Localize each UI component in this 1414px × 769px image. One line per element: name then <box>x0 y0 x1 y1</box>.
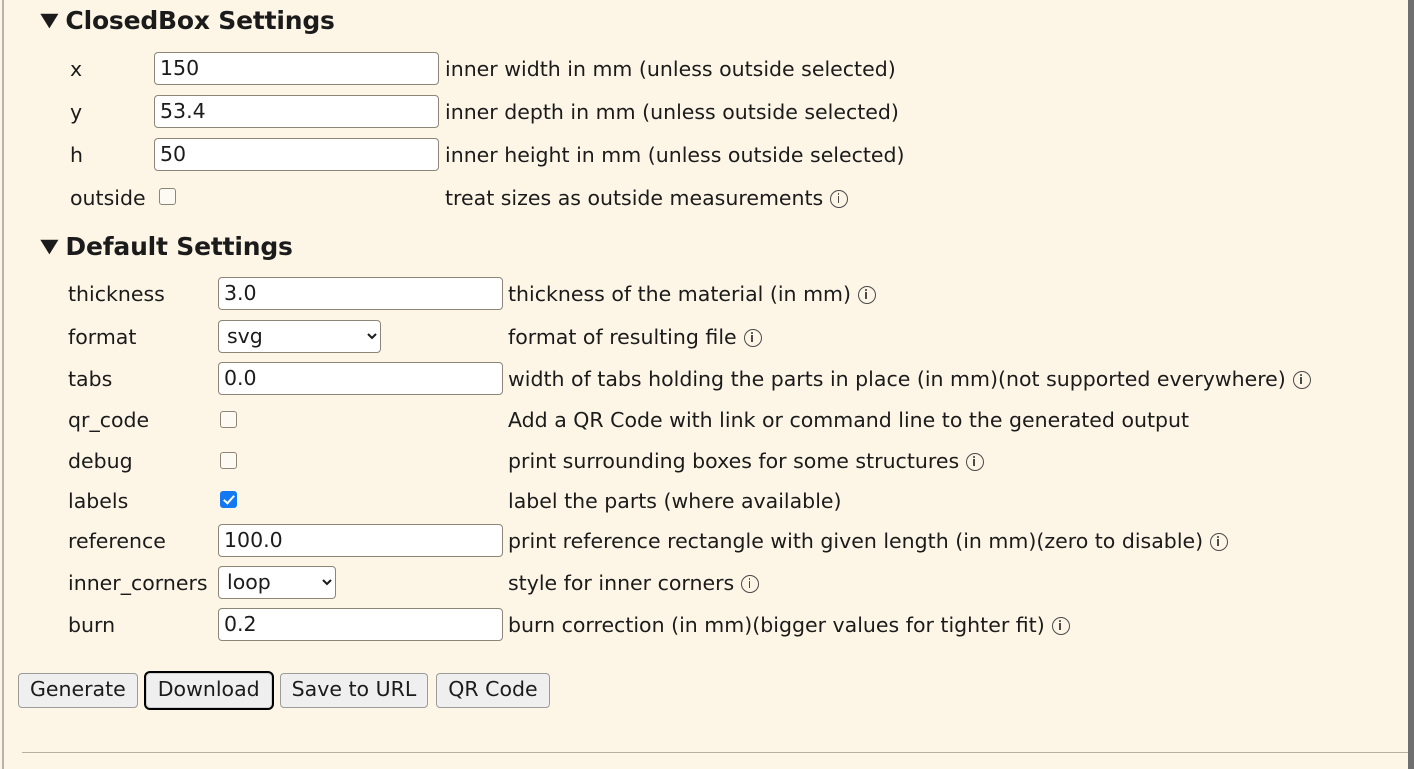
checkbox-debug[interactable] <box>220 452 237 469</box>
description-text: thickness of the material (in mm) <box>508 282 852 306</box>
description-text: inner width in mm (unless outside select… <box>445 57 896 81</box>
label-format: format <box>68 325 137 349</box>
description-burn: burn correction (in mm)(bigger values fo… <box>508 613 1070 637</box>
action-button-row: Generate Download Save to URL QR Code <box>18 671 550 710</box>
description-text: format of resulting file <box>508 325 737 349</box>
page-right-scrollbar[interactable] <box>1408 0 1414 769</box>
label-inner-corners: inner_corners <box>68 571 208 595</box>
description-x: inner width in mm (unless outside select… <box>445 57 896 81</box>
label-tabs: tabs <box>68 367 113 391</box>
description-text: print reference rectangle with given len… <box>508 529 1204 553</box>
triangle-down-icon: ▼ <box>40 9 59 31</box>
download-button[interactable]: Download <box>143 671 274 710</box>
label-reference: reference <box>68 529 166 553</box>
settings-content: ▼ ClosedBox Settings x inner width in mm… <box>4 0 1408 769</box>
info-icon[interactable] <box>1210 533 1229 551</box>
description-text: Add a QR Code with link or command line … <box>508 408 1190 432</box>
checkbox-outside[interactable] <box>159 188 176 205</box>
description-text: width of tabs holding the parts in place… <box>508 367 1286 391</box>
input-tabs[interactable] <box>218 362 503 395</box>
description-text: burn correction (in mm)(bigger values fo… <box>508 613 1045 637</box>
description-h: inner height in mm (unless outside selec… <box>445 143 905 167</box>
label-debug: debug <box>68 449 133 473</box>
footer-divider <box>22 752 1408 753</box>
description-tabs: width of tabs holding the parts in place… <box>508 367 1311 391</box>
checkbox-qr-code[interactable] <box>220 411 237 428</box>
description-outside: treat sizes as outside measurements <box>445 186 849 210</box>
description-thickness: thickness of the material (in mm) <box>508 282 877 306</box>
label-x: x <box>70 57 83 81</box>
section-title-closedbox: ClosedBox Settings <box>65 6 335 35</box>
description-debug: print surrounding boxes for some structu… <box>508 449 985 473</box>
label-burn: burn <box>68 613 116 637</box>
description-text: print surrounding boxes for some structu… <box>508 449 960 473</box>
input-burn[interactable] <box>218 608 503 641</box>
select-format[interactable]: svg <box>218 320 381 353</box>
description-reference: print reference rectangle with given len… <box>508 529 1229 553</box>
description-text: label the parts (where available) <box>508 489 842 513</box>
info-icon[interactable] <box>741 575 760 593</box>
section-header-closedbox[interactable]: ▼ ClosedBox Settings <box>40 6 335 35</box>
input-y[interactable] <box>154 95 439 128</box>
info-icon[interactable] <box>858 286 877 304</box>
section-title-defaults: Default Settings <box>65 232 293 261</box>
input-x[interactable] <box>154 52 439 85</box>
label-y: y <box>70 100 83 124</box>
input-thickness[interactable] <box>218 277 503 310</box>
triangle-down-icon: ▼ <box>40 235 59 257</box>
info-icon[interactable] <box>743 329 762 347</box>
select-inner-corners[interactable]: loop <box>218 566 336 599</box>
info-icon[interactable] <box>966 453 985 471</box>
info-icon[interactable] <box>1292 371 1311 389</box>
description-y: inner depth in mm (unless outside select… <box>445 100 899 124</box>
description-text: inner height in mm (unless outside selec… <box>445 143 905 167</box>
generate-button[interactable]: Generate <box>18 673 138 708</box>
input-reference[interactable] <box>218 524 503 557</box>
label-qr-code: qr_code <box>68 408 150 432</box>
description-inner-corners: style for inner corners <box>508 571 760 595</box>
save-to-url-button[interactable]: Save to URL <box>279 673 429 708</box>
description-text: inner depth in mm (unless outside select… <box>445 100 899 124</box>
page-root: ▼ ClosedBox Settings x inner width in mm… <box>0 0 1414 769</box>
description-text: style for inner corners <box>508 571 735 595</box>
qr-code-button[interactable]: QR Code <box>436 673 550 708</box>
label-h: h <box>70 143 83 167</box>
label-outside: outside <box>70 186 146 210</box>
checkbox-labels[interactable] <box>220 491 237 508</box>
input-h[interactable] <box>154 138 439 171</box>
description-format: format of resulting file <box>508 325 762 349</box>
description-text: treat sizes as outside measurements <box>445 186 824 210</box>
info-icon[interactable] <box>830 190 849 208</box>
info-icon[interactable] <box>1051 617 1070 635</box>
description-labels: label the parts (where available) <box>508 489 842 513</box>
section-header-defaults[interactable]: ▼ Default Settings <box>40 232 293 261</box>
description-qr-code: Add a QR Code with link or command line … <box>508 408 1189 432</box>
label-labels: labels <box>68 489 129 513</box>
label-thickness: thickness <box>68 282 165 306</box>
